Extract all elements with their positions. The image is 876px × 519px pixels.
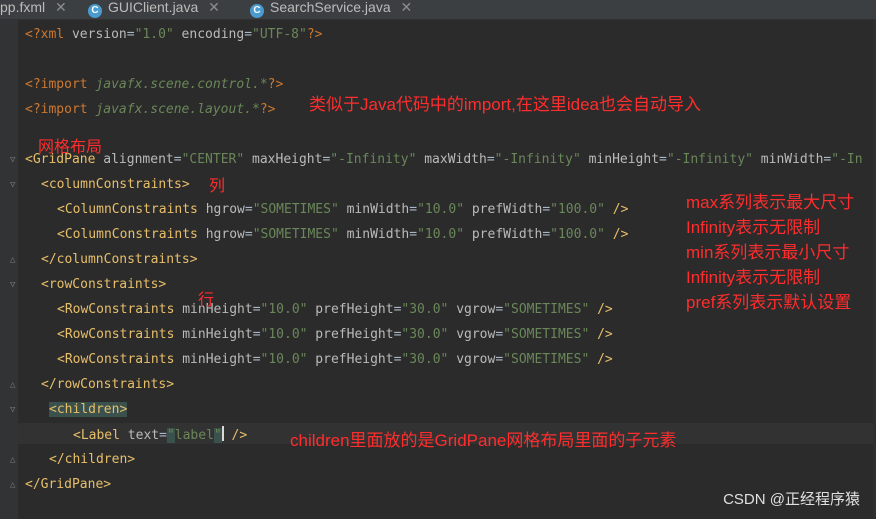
code-line-import-layout[interactable]: <?import javafx.scene.layout.*?> [25, 101, 275, 119]
annotation-column: 列 [209, 178, 226, 195]
tab-label: GUIClient.java [108, 0, 199, 15]
fold-icon[interactable]: △ [10, 380, 19, 390]
code-line-xml-declaration[interactable]: <?xml version="1.0" encoding="UTF-8"?> [25, 26, 322, 44]
code-line-gridpane-open[interactable]: <GridPane alignment="CENTER" maxHeight="… [25, 151, 863, 169]
annotation-grid-layout: 网格布局 [38, 139, 103, 156]
code-line-column-constraints-close[interactable]: </columnConstraints> [41, 251, 198, 269]
watermark: CSDN @正经程序猿 [723, 491, 860, 508]
code-line-row-constraints-close[interactable]: </rowConstraints> [41, 376, 174, 394]
close-icon[interactable]: ✕ [55, 0, 67, 15]
code-line-import-control[interactable]: <?import javafx.scene.control.*?> [25, 76, 283, 94]
close-icon[interactable]: ✕ [401, 0, 413, 15]
annotation-line: Infinity表示无限制 [686, 218, 821, 237]
editor-gutter [0, 20, 18, 519]
annotation-size-notes: max系列表示最大尺寸 Infinity表示无限制 min系列表示最小尺寸 In… [686, 190, 854, 315]
annotation-children: children里面放的是GridPane网格布局里面的子元素 [290, 431, 677, 450]
code-line-column-constraint[interactable]: <ColumnConstraints hgrow="SOMETIMES" min… [57, 201, 628, 219]
java-class-icon: C [250, 4, 264, 18]
annotation-line: Infinity表示无限制 [686, 268, 821, 287]
fold-icon[interactable]: ▽ [10, 155, 19, 165]
code-line-gridpane-close[interactable]: </GridPane> [25, 476, 111, 494]
code-line-row-constraints-open[interactable]: <rowConstraints> [41, 276, 166, 294]
fold-icon[interactable]: ▽ [10, 405, 19, 415]
code-line-children-close[interactable]: </children> [49, 451, 135, 469]
code-line-row-constraint[interactable]: <RowConstraints minHeight="10.0" prefHei… [57, 326, 613, 344]
code-line-label[interactable]: <Label text="label" /> [73, 426, 247, 444]
fold-icon[interactable]: ▽ [10, 180, 19, 190]
annotation-row: 行 [198, 292, 215, 309]
editor-tab-bar: pp.fxml ✕ C GUIClient.java ✕ C SearchServi… [0, 0, 876, 20]
code-line-children-open[interactable]: <children> [49, 401, 128, 419]
code-line-row-constraint[interactable]: <RowConstraints minHeight="10.0" prefHei… [57, 301, 613, 319]
fold-icon[interactable]: △ [10, 455, 19, 465]
tab-searchservice[interactable]: C SearchService.java ✕ [250, 0, 412, 19]
annotation-line: max系列表示最大尺寸 [686, 193, 855, 212]
close-icon[interactable]: ✕ [208, 0, 220, 15]
code-line-column-constraint[interactable]: <ColumnConstraints hgrow="SOMETIMES" min… [57, 226, 628, 244]
tab-label: pp.fxml [0, 0, 46, 15]
fold-icon[interactable]: △ [10, 255, 19, 265]
tab-fxml[interactable]: pp.fxml ✕ [0, 0, 67, 19]
fold-icon[interactable]: △ [10, 480, 19, 490]
annotation-line: pref系列表示默认设置 [686, 293, 852, 312]
code-line-row-constraint[interactable]: <RowConstraints minHeight="10.0" prefHei… [57, 351, 613, 369]
tab-label: SearchService.java [270, 0, 391, 15]
code-line-column-constraints-open[interactable]: <columnConstraints> [41, 176, 190, 194]
annotation-import: 类似于Java代码中的import,在这里idea也会自动导入 [309, 95, 702, 114]
fold-icon[interactable]: ▽ [10, 280, 19, 290]
java-class-icon: C [88, 4, 102, 18]
tab-guiclient[interactable]: C GUIClient.java ✕ [88, 0, 220, 19]
annotation-line: min系列表示最小尺寸 [686, 243, 850, 262]
